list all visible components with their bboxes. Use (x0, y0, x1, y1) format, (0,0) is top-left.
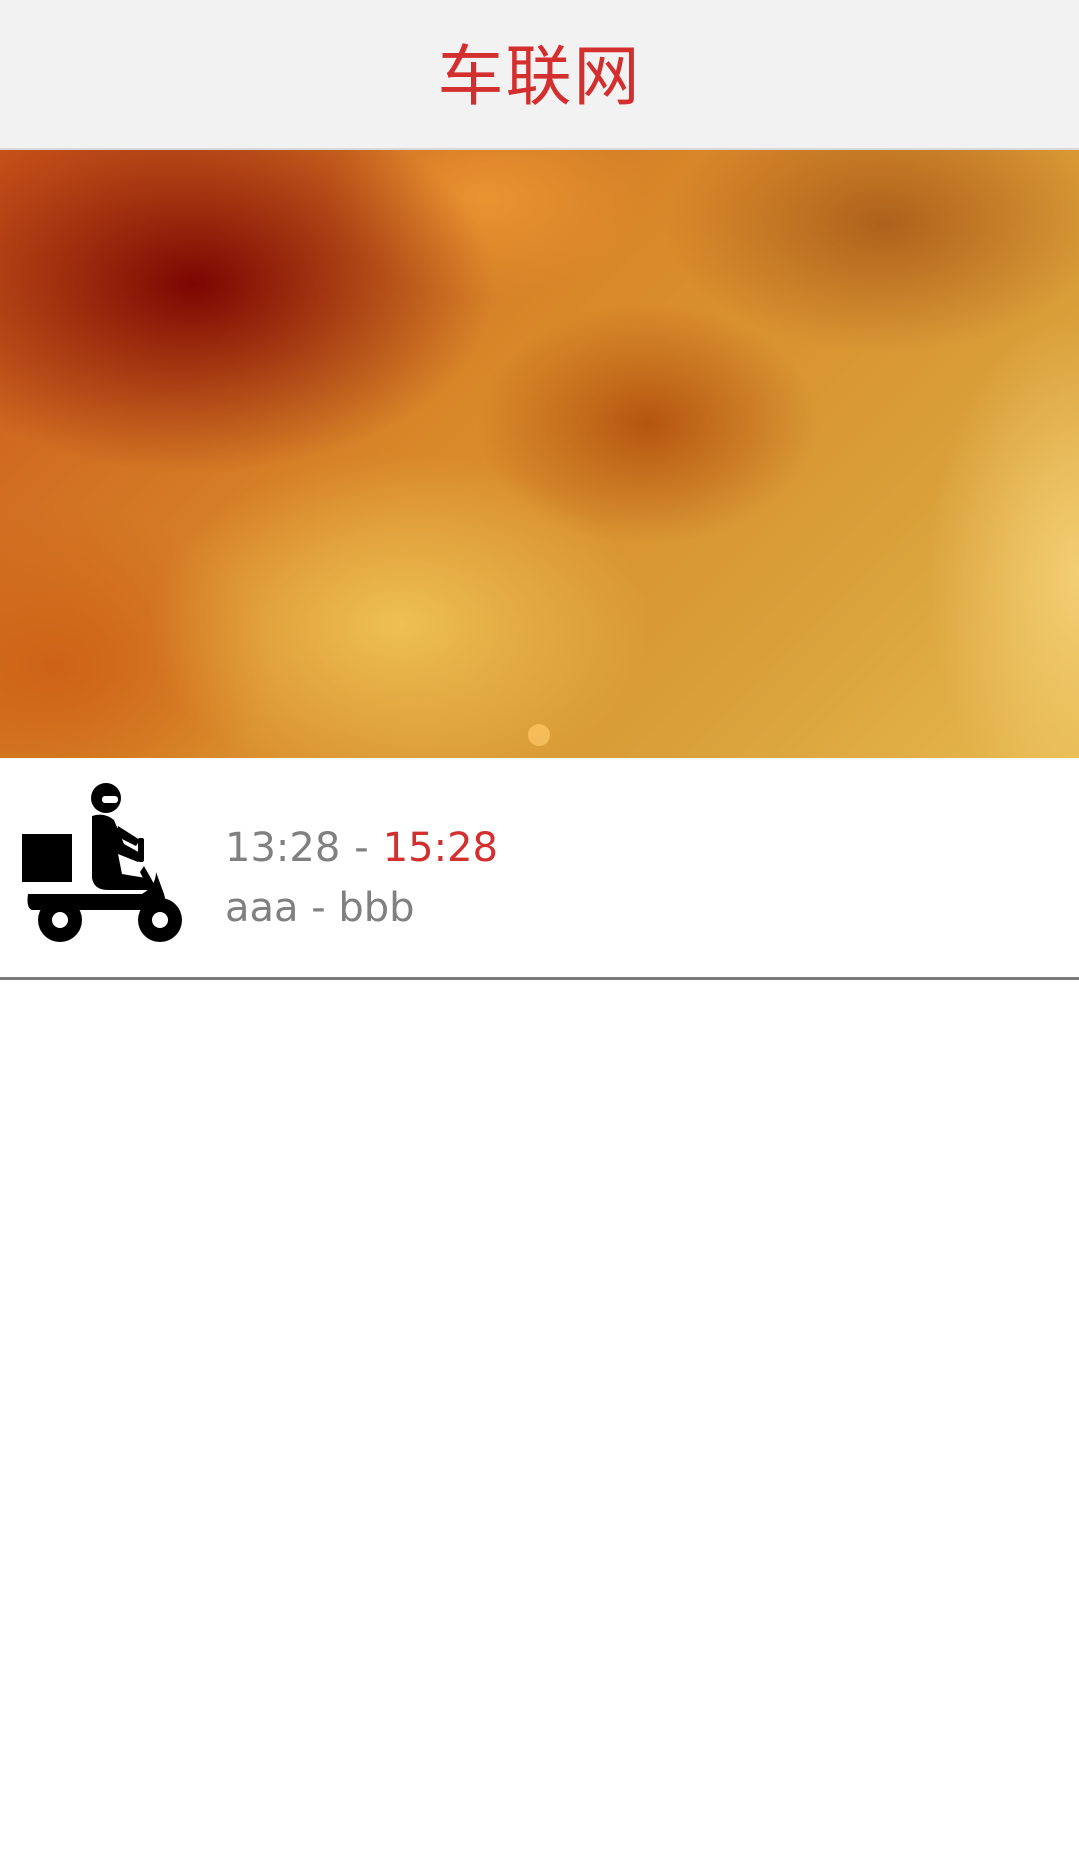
app-screen: 车联网 13:28-15:28 aaa - bbb (0, 0, 1079, 1858)
carousel-page-indicator[interactable] (528, 724, 550, 746)
start-time: 13:28 (225, 825, 341, 871)
delivery-scooter-icon (22, 783, 182, 942)
time-separator: - (354, 825, 369, 871)
end-time: 15:28 (382, 825, 498, 871)
trip-list-item[interactable]: 13:28-15:28 aaa - bbb (0, 758, 1079, 980)
banner-carousel[interactable] (0, 150, 1079, 758)
trip-route: aaa - bbb (225, 885, 415, 931)
trip-time-range: 13:28-15:28 (225, 824, 498, 872)
title-bar: 车联网 (0, 0, 1079, 150)
page-title: 车联网 (437, 38, 642, 115)
